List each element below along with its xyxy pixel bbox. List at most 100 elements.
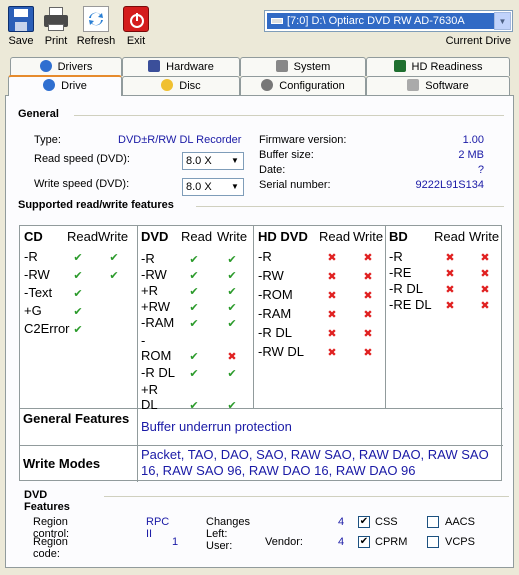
- changes-user-label: Changes Left: User:: [206, 516, 251, 552]
- divider: [104, 496, 509, 497]
- print-icon: [43, 6, 69, 32]
- checkmark-icon: ✔: [189, 302, 199, 314]
- css-checkbox[interactable]: ✔: [358, 516, 370, 528]
- hardware-icon: [148, 60, 161, 72]
- feature-label: C2Error: [24, 321, 70, 336]
- vendor-value: 4: [338, 536, 345, 548]
- cross-icon: ✖: [327, 290, 337, 302]
- cross-icon: ✖: [445, 284, 455, 296]
- write-header: Write: [469, 229, 500, 244]
- type-value: DVD±R/RW DL Recorder: [118, 134, 242, 146]
- rw-features-title: Supported read/write features: [18, 199, 174, 211]
- tab-hd-readiness[interactable]: HD Readiness: [366, 57, 510, 76]
- general-features-label: General Features: [23, 411, 130, 426]
- exit-button[interactable]: Exit: [122, 6, 150, 47]
- refresh-button[interactable]: Refresh: [74, 6, 118, 47]
- cross-icon: ✖: [327, 328, 337, 340]
- print-button[interactable]: Print: [41, 6, 71, 47]
- cross-icon: ✖: [327, 309, 337, 321]
- region-control-value: RPC II: [146, 516, 170, 540]
- region-code-value: 1: [172, 536, 179, 548]
- tab-software[interactable]: Software: [366, 76, 510, 95]
- changes-user-value: 4: [338, 516, 345, 528]
- aacs-label: AACS: [445, 516, 475, 528]
- feature-label: -R: [258, 249, 272, 264]
- group-title-0: CD: [24, 229, 43, 244]
- buffer-value: 2 MB: [458, 149, 484, 161]
- firmware-value: 1.00: [462, 134, 484, 146]
- disc-icon: [161, 79, 174, 91]
- feature-label: -RE DL: [389, 297, 432, 312]
- write-modes-value: Packet, TAO, DAO, SAO, RAW SAO, RAW DAO,…: [141, 447, 489, 478]
- cross-icon: ✖: [363, 309, 373, 321]
- tab-configuration[interactable]: Configuration: [240, 76, 366, 95]
- tab-hardware[interactable]: Hardware: [122, 57, 240, 76]
- checkmark-icon: ✔: [73, 270, 83, 282]
- group-title-3: BD: [389, 229, 408, 244]
- checkmark-icon: ✔: [189, 270, 199, 282]
- cross-icon: ✖: [363, 347, 373, 359]
- cprm-checkbox[interactable]: ✔: [358, 536, 370, 548]
- cross-icon: ✖: [480, 268, 490, 280]
- checkmark-icon: ✔: [189, 351, 199, 363]
- hd-readiness-icon: [393, 60, 406, 72]
- vcps-checkbox[interactable]: [427, 536, 439, 548]
- checkmark-icon: ✔: [189, 286, 199, 298]
- feature-label: -ROM: [258, 287, 293, 302]
- group-title-2: HD DVD: [258, 229, 308, 244]
- feature-label: -R DL: [258, 325, 292, 340]
- toolbar: Save Print Refresh Exit [7:0] D:\ Optiar…: [0, 0, 519, 52]
- software-icon: [407, 79, 420, 91]
- drive-select[interactable]: [7:0] D:\ Optiarc DVD RW AD-7630A ▼: [264, 10, 513, 32]
- read-header: Read: [67, 229, 99, 244]
- write-speed-select[interactable]: 8.0 X ▼: [182, 178, 244, 196]
- info-icon: [39, 60, 52, 72]
- feature-label: +G: [24, 303, 42, 318]
- checkmark-icon: ✔: [227, 254, 237, 266]
- date-value: ?: [477, 164, 484, 176]
- checkmark-icon: ✔: [73, 306, 83, 318]
- check-icon: ✔: [359, 536, 369, 547]
- read-header: Read: [434, 229, 466, 244]
- aacs-checkbox[interactable]: [427, 516, 439, 528]
- cross-icon: ✖: [363, 328, 373, 340]
- checkmark-icon: ✔: [109, 270, 119, 282]
- checkmark-icon: ✔: [189, 368, 199, 380]
- vendor-label: Vendor:: [265, 536, 303, 548]
- divider: [196, 206, 504, 207]
- write-speed-label: Write speed (DVD):: [34, 178, 130, 190]
- tab-system[interactable]: System: [240, 57, 366, 76]
- checkmark-icon: ✔: [189, 318, 199, 330]
- checkmark-icon: ✔: [227, 302, 237, 314]
- css-label: CSS: [375, 516, 398, 528]
- tab-drive[interactable]: Drive: [8, 75, 122, 96]
- cross-icon: ✖: [227, 351, 237, 363]
- write-header: Write: [217, 229, 248, 244]
- refresh-icon: [83, 6, 109, 32]
- region-code-label: Region code:: [33, 536, 68, 560]
- tab-disc[interactable]: Disc: [122, 76, 240, 95]
- write-header: Write: [353, 229, 384, 244]
- check-icon: ✔: [359, 516, 369, 527]
- read-speed-select[interactable]: 8.0 X ▼: [182, 152, 244, 170]
- gear-icon: [261, 79, 274, 91]
- cross-icon: ✖: [363, 271, 373, 283]
- checkmark-icon: ✔: [73, 324, 83, 336]
- system-icon: [275, 60, 288, 72]
- cross-icon: ✖: [480, 284, 490, 296]
- checkmark-icon: ✔: [227, 368, 237, 380]
- checkmark-icon: ✔: [227, 318, 237, 330]
- read-speed-label: Read speed (DVD):: [34, 153, 130, 165]
- tab-drivers[interactable]: Drivers: [10, 57, 122, 76]
- chevron-down-icon: ▼: [228, 180, 242, 194]
- feature-label: -RW: [24, 267, 50, 282]
- date-label: Date:: [259, 164, 286, 176]
- write-header: Write: [98, 229, 129, 244]
- checkmark-icon: ✔: [227, 286, 237, 298]
- chevron-down-icon[interactable]: ▼: [494, 12, 511, 30]
- save-button[interactable]: Save: [6, 6, 36, 47]
- serial-label: Serial number:: [259, 179, 331, 191]
- checkmark-icon: ✔: [189, 400, 199, 412]
- group-title-1: DVD: [141, 229, 169, 244]
- drive-select-value: [7:0] D:\ Optiarc DVD RW AD-7630A: [287, 15, 465, 27]
